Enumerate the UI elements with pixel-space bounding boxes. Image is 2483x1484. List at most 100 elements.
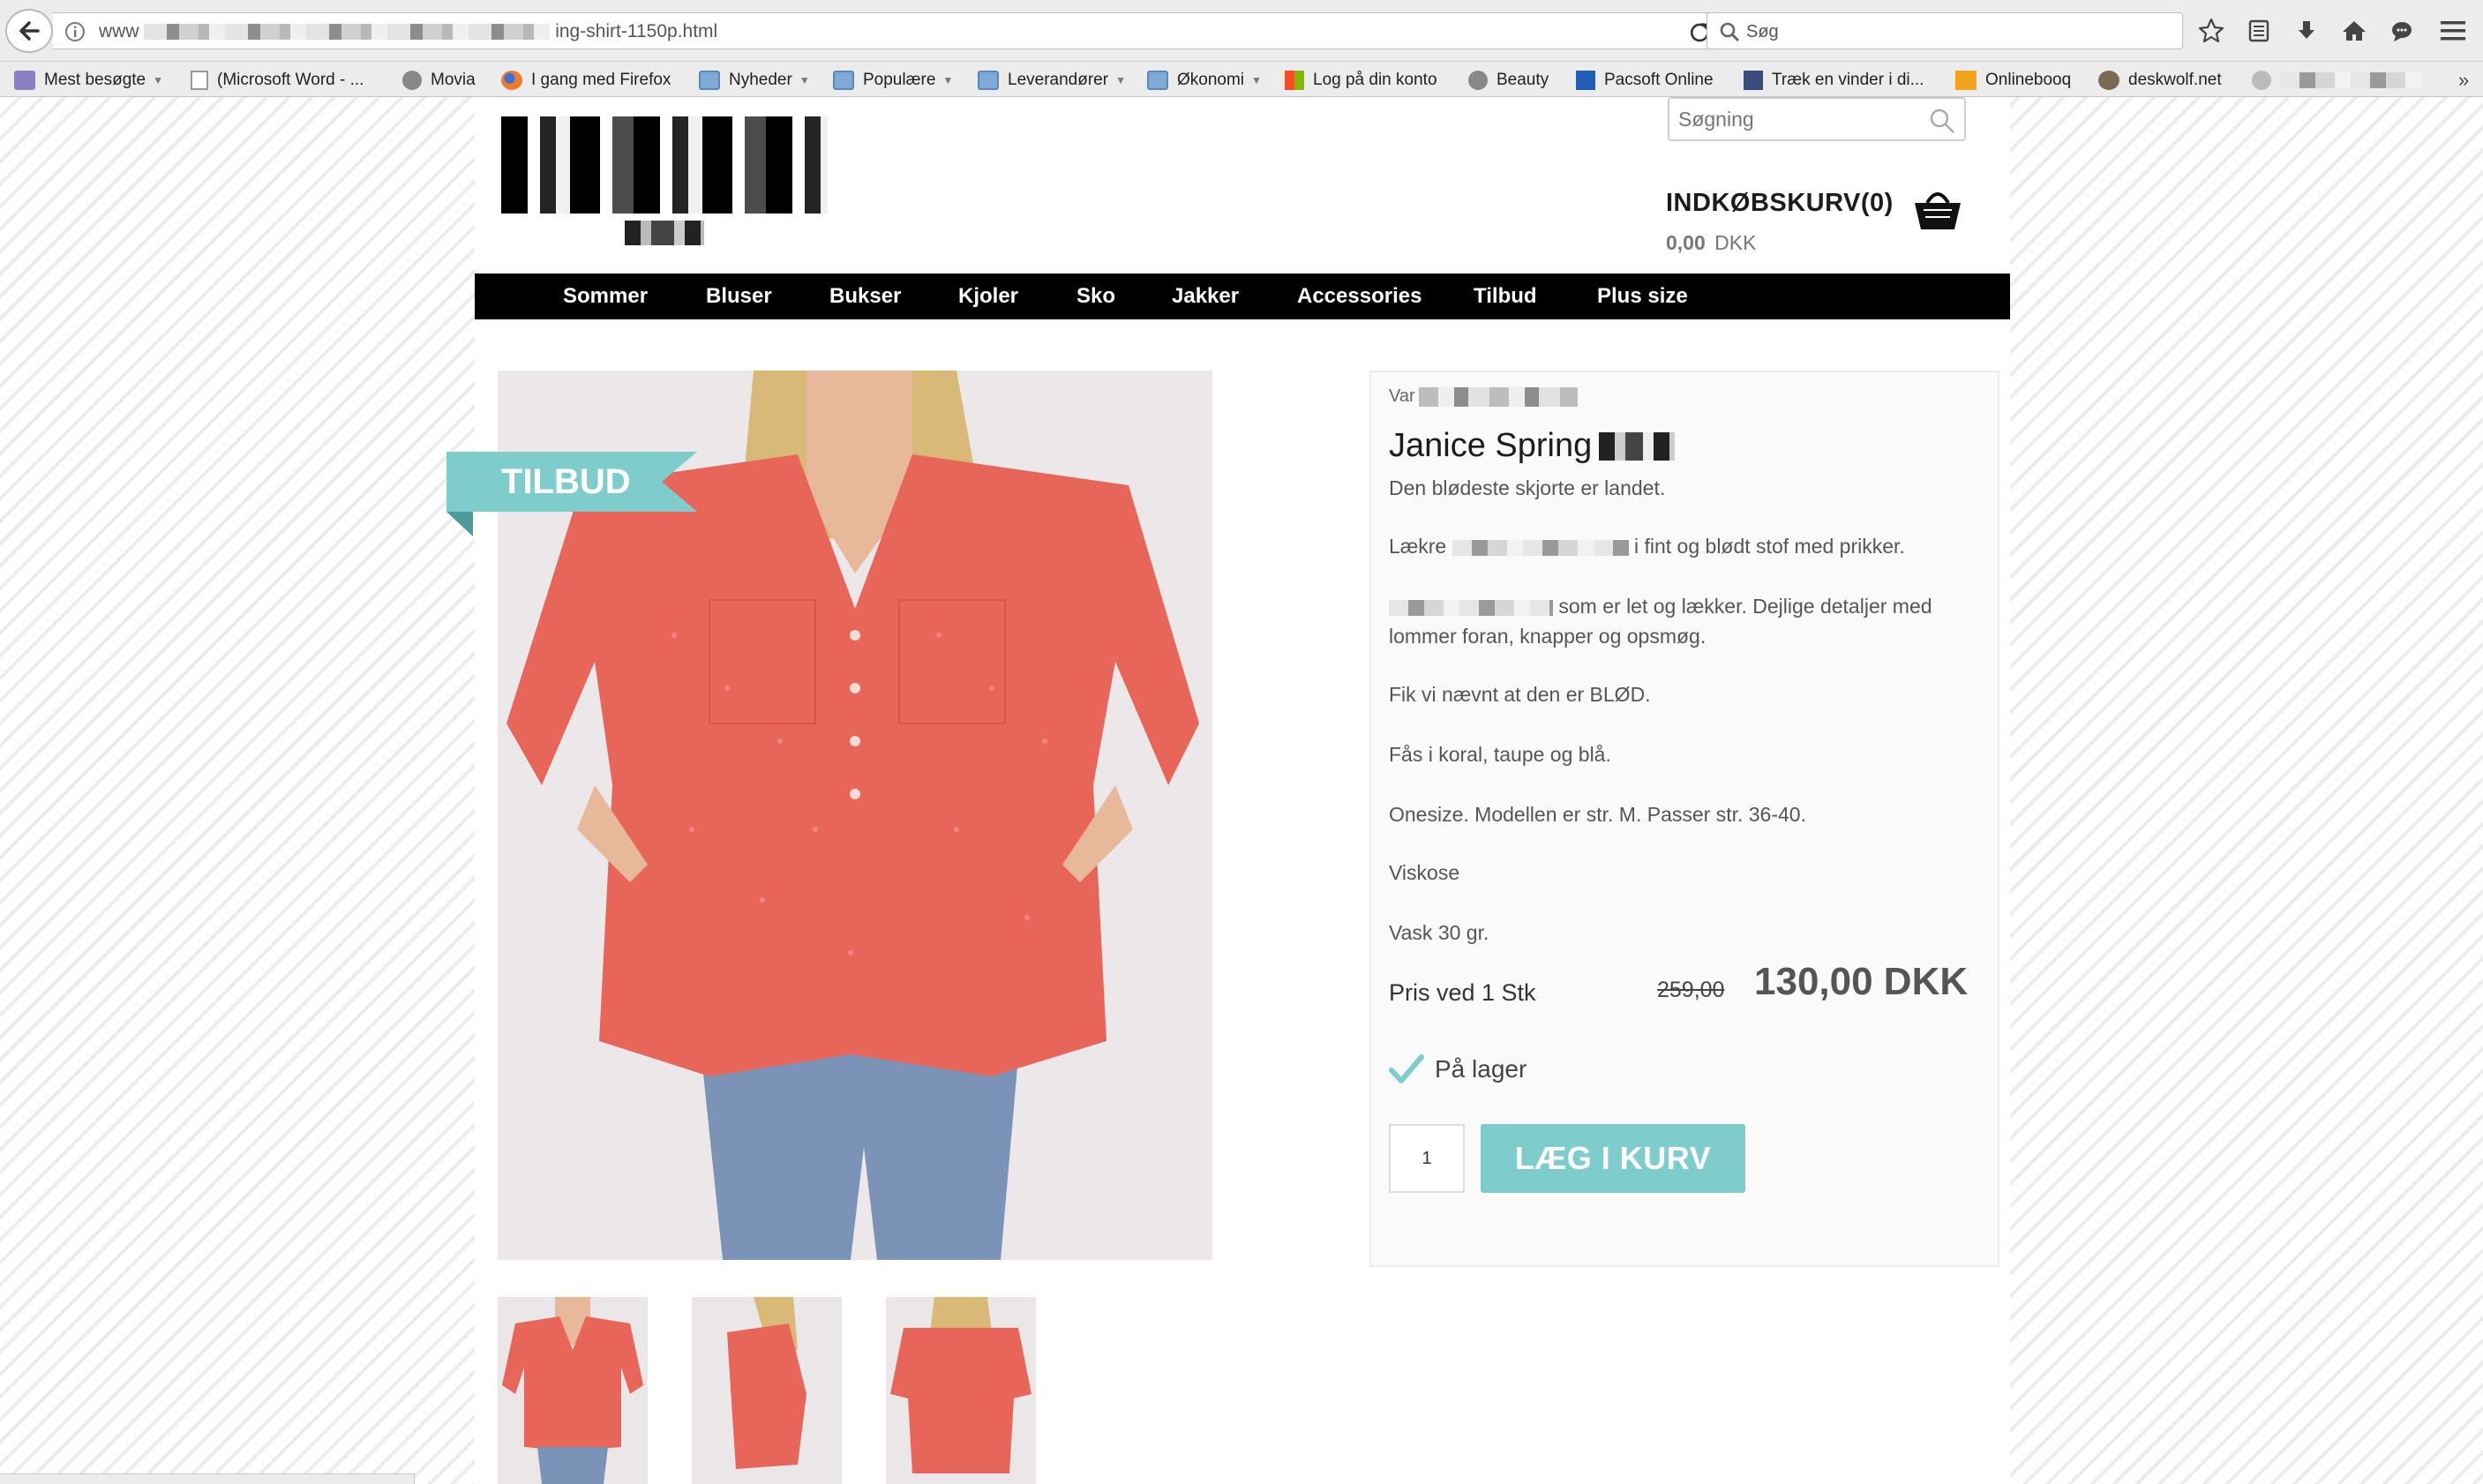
bookmark-populaere[interactable]: Populære ▼ bbox=[833, 69, 953, 92]
product-info-panel: Var Janice Spring Den blødeste skjorte e… bbox=[1369, 371, 1999, 1267]
bookmark-onlinebooq[interactable]: Onlinebooq bbox=[1955, 69, 2071, 92]
bookmarks-bar: Mest besøgte ▼ (Microsoft Word - ... Movi… bbox=[0, 62, 2483, 97]
bookmark-label: deskwolf.net bbox=[2128, 71, 2222, 89]
onlinebooq-icon bbox=[1955, 71, 1977, 90]
product-thumbnail-front[interactable] bbox=[498, 1297, 648, 1484]
desc2-redacted bbox=[1389, 599, 1553, 616]
chat-icon[interactable] bbox=[2386, 14, 2418, 48]
url-prefix: www bbox=[99, 21, 139, 41]
nav-bukser[interactable]: Bukser bbox=[829, 284, 901, 309]
desc2-line2: lommer foran, knapper og opsmøg. bbox=[1389, 625, 1707, 648]
url-redacted bbox=[144, 24, 551, 41]
desc2-suffix: som er let og lækker. Dejlige detaljer m… bbox=[1558, 595, 1932, 618]
microsoft-icon bbox=[1285, 71, 1304, 90]
arrow-left-icon bbox=[19, 21, 40, 41]
variant-redacted bbox=[1418, 386, 1578, 407]
browser-status-bar bbox=[0, 1473, 415, 1484]
cart-total-amount: 0,00 bbox=[1666, 231, 1706, 254]
folder-icon bbox=[699, 71, 720, 90]
bookmark-okonomi[interactable]: Økonomi ▼ bbox=[1147, 69, 1262, 92]
variant-number: Var bbox=[1389, 386, 1578, 407]
product-thumbnail-back[interactable] bbox=[886, 1297, 1036, 1484]
bookmark-label: Nyheder bbox=[729, 71, 792, 89]
bookmark-label: Beauty bbox=[1497, 71, 1549, 89]
user-icon bbox=[2252, 71, 2271, 90]
bookmark-label: Pacsoft Online bbox=[1604, 71, 1714, 89]
thumbnail-photo bbox=[498, 1297, 648, 1484]
bookmark-pacsoft[interactable]: Pacsoft Online bbox=[1576, 69, 1714, 92]
cart-link[interactable]: INDKØBSKURV(0) bbox=[1666, 189, 1894, 218]
add-to-cart-button[interactable]: LÆG I KURV bbox=[1481, 1124, 1745, 1193]
browser-search[interactable]: Søg bbox=[1707, 12, 2183, 49]
home-icon[interactable] bbox=[2338, 14, 2370, 48]
search-icon bbox=[1720, 22, 1740, 42]
product-title-redacted bbox=[1599, 431, 1676, 461]
url-text[interactable]: www ing-shirt-1150p.html bbox=[99, 21, 717, 42]
bookmark-deskwolf[interactable]: deskwolf.net bbox=[2098, 69, 2222, 92]
shop-logo-subtitle bbox=[625, 221, 704, 245]
checkmark-icon bbox=[1389, 1054, 1424, 1083]
globe-icon bbox=[1468, 71, 1488, 90]
nav-accessories[interactable]: Accessories bbox=[1297, 284, 1422, 309]
bookmarks-overflow[interactable]: » bbox=[2458, 69, 2469, 92]
smart-folder-icon bbox=[14, 71, 35, 90]
bookmark-microsoft-word[interactable]: (Microsoft Word - ... bbox=[191, 69, 364, 92]
shopping-basket-icon[interactable] bbox=[1913, 185, 1962, 233]
pacsoft-icon bbox=[1576, 71, 1595, 90]
folder-icon bbox=[978, 71, 999, 90]
bookmark-log-pa[interactable]: Log på din konto bbox=[1285, 69, 1437, 92]
bookmark-label: Leverandører bbox=[1008, 71, 1109, 89]
firefox-icon bbox=[501, 71, 522, 90]
bookmark-traek-en-vinder[interactable]: Træk en vinder i di... bbox=[1744, 69, 1924, 92]
menu-icon[interactable] bbox=[2437, 16, 2469, 46]
download-icon[interactable] bbox=[2291, 14, 2322, 48]
sale-badge: TILBUD bbox=[446, 452, 697, 512]
site-search[interactable] bbox=[1668, 97, 1966, 141]
chevron-down-icon: ▼ bbox=[153, 74, 163, 86]
bookmark-firefox[interactable]: I gang med Firefox bbox=[501, 69, 671, 92]
bookmark-leverandorer[interactable]: Leverandører ▼ bbox=[978, 69, 1126, 92]
bookmark-redacted-label bbox=[2280, 72, 2421, 88]
price-label: Pris ved 1 Stk bbox=[1389, 979, 1536, 1006]
browser-toolbar: www ing-shirt-1150p.html Søg bbox=[0, 0, 2483, 62]
nav-sko[interactable]: Sko bbox=[1076, 284, 1115, 309]
bookmark-nyheder[interactable]: Nyheder ▼ bbox=[699, 69, 810, 92]
product-desc-6: Viskose bbox=[1389, 861, 1460, 884]
bookmark-movia[interactable]: Movia bbox=[402, 69, 476, 92]
shop-logo[interactable] bbox=[501, 116, 828, 214]
nav-sommer[interactable]: Sommer bbox=[563, 284, 648, 309]
nav-plus-size[interactable]: Plus size bbox=[1597, 284, 1688, 309]
chevron-down-icon: ▼ bbox=[799, 74, 810, 86]
reading-list-icon[interactable] bbox=[2243, 14, 2275, 48]
nav-tilbud[interactable]: Tilbud bbox=[1474, 284, 1537, 309]
nav-kjoler[interactable]: Kjoler bbox=[958, 284, 1018, 309]
search-icon[interactable] bbox=[1929, 108, 1955, 134]
nav-jakker[interactable]: Jakker bbox=[1172, 284, 1239, 309]
bookmark-beauty[interactable]: Beauty bbox=[1468, 69, 1549, 92]
nav-bluser[interactable]: Bluser bbox=[706, 284, 772, 309]
double-chevron-right-icon: » bbox=[2458, 69, 2470, 91]
url-bar[interactable]: www ing-shirt-1150p.html bbox=[53, 12, 1721, 49]
desc1-redacted bbox=[1452, 539, 1629, 556]
bookmark-star-icon[interactable] bbox=[2195, 14, 2227, 48]
site-search-input[interactable] bbox=[1678, 106, 1917, 132]
main-nav: Sommer Bluser Bukser Kjoler Sko Jakker A… bbox=[475, 274, 2010, 319]
back-button[interactable] bbox=[5, 9, 53, 53]
bookmark-mest-besogte[interactable]: Mest besøgte ▼ bbox=[14, 69, 163, 92]
info-icon[interactable] bbox=[64, 20, 86, 43]
product-thumbnail-side[interactable] bbox=[692, 1297, 842, 1484]
product-desc-2: som er let og lækker. Dejlige detaljer m… bbox=[1389, 591, 1989, 651]
document-icon bbox=[191, 71, 208, 90]
stock-text: På lager bbox=[1435, 1055, 1527, 1083]
product-desc-5: Onesize. Modellen er str. M. Passer str.… bbox=[1389, 803, 1806, 826]
folder-icon bbox=[833, 71, 854, 90]
globe-icon bbox=[402, 71, 422, 90]
checklist-icon bbox=[1744, 71, 1763, 90]
product-desc-7: Vask 30 gr. bbox=[1389, 921, 1489, 944]
desc1-prefix: Lækre bbox=[1389, 535, 1447, 558]
bookmark-redacted[interactable] bbox=[2252, 69, 2421, 92]
browser-search-placeholder: Søg bbox=[1746, 22, 1779, 41]
quantity-input[interactable] bbox=[1389, 1124, 1465, 1193]
sale-price: 130,00 DKK bbox=[1754, 960, 1969, 1003]
shop-content: INDKØBSKURV(0) 0,00 DKK Sommer Bluser Bu… bbox=[446, 97, 2010, 1484]
